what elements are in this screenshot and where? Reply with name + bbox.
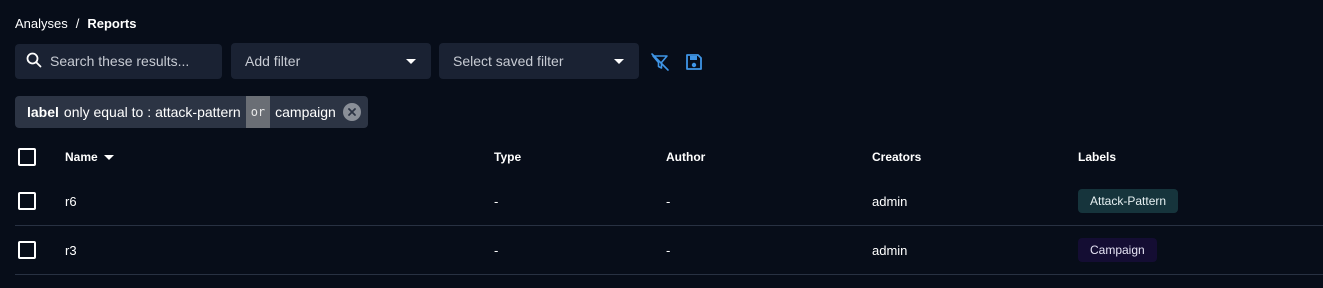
row-checkbox[interactable] — [18, 241, 36, 259]
column-header-name[interactable]: Name — [65, 137, 114, 177]
breadcrumb-current: Reports — [87, 16, 137, 31]
save-filter-button[interactable] — [683, 51, 705, 73]
row-name: r3 — [65, 242, 77, 258]
label-chip: Campaign — [1078, 238, 1157, 262]
filter-value: campaign — [275, 104, 336, 120]
row-type: - — [494, 193, 499, 209]
remove-filter-button[interactable] — [342, 103, 361, 121]
clear-filters-button[interactable] — [649, 51, 671, 73]
save-icon — [686, 54, 702, 70]
sort-descending-icon — [103, 154, 114, 160]
breadcrumb: Analyses / Reports — [15, 16, 137, 31]
search-placeholder: Search these results... — [50, 53, 190, 69]
row-author: - — [666, 242, 671, 258]
row-author: - — [666, 193, 671, 209]
column-header-type[interactable]: Type — [494, 137, 521, 177]
filter-key: label — [27, 104, 59, 120]
select-all-checkbox[interactable] — [18, 148, 36, 166]
column-header-author[interactable]: Author — [666, 137, 705, 177]
table-row[interactable]: r6 - - admin Attack-Pattern — [15, 177, 1323, 226]
column-header-labels[interactable]: Labels — [1078, 137, 1116, 177]
chevron-down-icon — [406, 58, 416, 64]
chevron-down-icon — [614, 58, 624, 64]
reports-table: Name Type Author Creators Labels r6 - - … — [15, 137, 1323, 275]
close-icon — [347, 108, 356, 116]
filter-operator: only equal to : — [63, 104, 152, 120]
column-header-creators[interactable]: Creators — [872, 137, 921, 177]
add-filter-select[interactable]: Add filter — [231, 43, 431, 79]
filter-value: attack-pattern — [155, 104, 241, 120]
saved-filter-label: Select saved filter — [453, 53, 564, 69]
row-creators: admin — [872, 193, 908, 209]
active-filter-chip[interactable]: label only equal to : attack-pattern or … — [15, 96, 368, 128]
filter-toolbar: Search these results... Add filter Selec… — [15, 43, 702, 79]
label-chip: Attack-Pattern — [1078, 189, 1179, 213]
saved-filter-select[interactable]: Select saved filter — [439, 43, 639, 79]
row-type: - — [494, 242, 499, 258]
search-icon — [26, 52, 42, 71]
column-name-label: Name — [65, 150, 98, 164]
add-filter-label: Add filter — [245, 53, 301, 69]
filter-off-icon — [651, 53, 669, 71]
row-checkbox[interactable] — [18, 192, 36, 210]
breadcrumb-separator: / — [75, 16, 80, 31]
row-creators: admin — [872, 242, 908, 258]
search-input[interactable]: Search these results... — [15, 43, 222, 79]
row-name: r6 — [65, 193, 77, 209]
breadcrumb-analyses[interactable]: Analyses — [15, 16, 68, 31]
filter-joiner-toggle[interactable]: or — [245, 96, 271, 128]
table-row[interactable]: r3 - - admin Campaign — [15, 226, 1323, 275]
table-header: Name Type Author Creators Labels — [15, 137, 1323, 177]
